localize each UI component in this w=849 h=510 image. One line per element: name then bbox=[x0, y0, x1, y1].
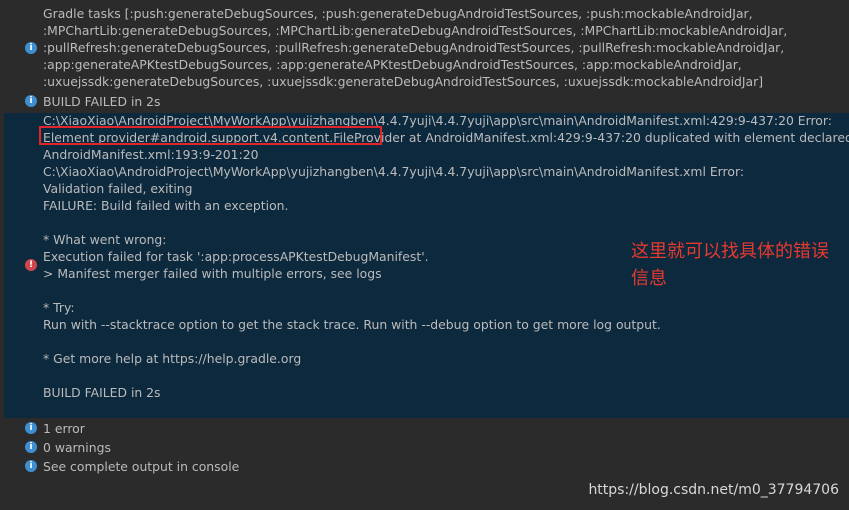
highlight-box bbox=[39, 126, 382, 145]
gradle-tasks-line: Gradle tasks [:push:generateDebugSources… bbox=[43, 6, 753, 21]
gradle-tasks-line: :uxuejssdk:generateDebugSources, :uxuejs… bbox=[43, 74, 764, 89]
info-icon: i bbox=[25, 42, 37, 54]
warning-count[interactable]: 0 warnings bbox=[43, 439, 111, 456]
error-line: AndroidManifest.xml:193:9-201:20 bbox=[43, 147, 259, 162]
error-count[interactable]: 1 error bbox=[43, 420, 85, 437]
build-output-panel: i Gradle tasks [:push:generateDebugSourc… bbox=[0, 0, 849, 510]
error-line: C:\XiaoXiao\AndroidProject\MyWorkApp\yuj… bbox=[43, 164, 744, 179]
error-icon: ! bbox=[25, 259, 37, 271]
info-icon: i bbox=[25, 441, 37, 453]
info-icon: i bbox=[25, 422, 37, 434]
see-console-link[interactable]: See complete output in console bbox=[43, 458, 239, 475]
error-line: Execution failed for task ':app:processA… bbox=[43, 249, 429, 264]
error-line: FAILURE: Build failed with an exception. bbox=[43, 198, 289, 213]
info-icon: i bbox=[25, 95, 37, 107]
error-line: Validation failed, exiting bbox=[43, 181, 193, 196]
build-failed-status[interactable]: BUILD FAILED in 2s bbox=[43, 93, 161, 110]
error-line: BUILD FAILED in 2s bbox=[43, 385, 161, 400]
error-line: > Manifest merger failed with multiple e… bbox=[43, 266, 382, 281]
gradle-tasks-line: :MPChartLib:generateDebugSources, :MPCha… bbox=[43, 23, 788, 38]
info-icon: i bbox=[25, 460, 37, 472]
gradle-tasks-line: :pullRefresh:generateDebugSources, :pull… bbox=[43, 40, 785, 55]
gradle-tasks-line: :app:generateAPKtestDebugSources, :app:g… bbox=[43, 57, 742, 72]
error-line: * Try: bbox=[43, 300, 75, 315]
error-line: * Get more help at https://help.gradle.o… bbox=[43, 351, 302, 366]
watermark: https://blog.csdn.net/m0_37794706 bbox=[588, 482, 839, 498]
annotation-text: 这里就可以找具体的错误信息 bbox=[631, 241, 829, 289]
error-line: Run with --stacktrace option to get the … bbox=[43, 317, 661, 332]
error-line: * What went wrong: bbox=[43, 232, 167, 247]
